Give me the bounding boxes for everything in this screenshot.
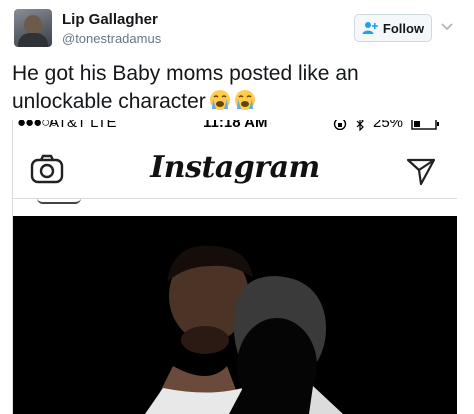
rotation-lock-icon bbox=[333, 120, 347, 130]
instagram-logo: Instagram bbox=[150, 150, 320, 185]
tweet-text-line-1: He got his Baby moms posted like an bbox=[12, 62, 359, 85]
user-handle[interactable]: @tonestradamus bbox=[62, 31, 161, 46]
story-avatar-edge bbox=[37, 198, 81, 204]
user-display-name[interactable]: Lip Gallagher bbox=[62, 11, 158, 28]
avatar-head bbox=[24, 15, 42, 35]
phone-status-bar: ●●●○○ AT&T LTE 11:18 AM 25% bbox=[13, 120, 457, 136]
bluetooth-icon bbox=[356, 120, 364, 131]
tweet-text: He got his Baby moms posted like an unlo… bbox=[12, 60, 452, 116]
follow-button[interactable]: Follow bbox=[354, 14, 432, 42]
tweet-text-line-2: unlockable character bbox=[12, 88, 452, 116]
battery-percent: 25% bbox=[373, 120, 404, 131]
add-user-icon bbox=[362, 22, 378, 34]
tweet-text-line-2-text: unlockable character bbox=[12, 90, 206, 113]
crying-face-emoji bbox=[209, 90, 230, 110]
post-photo-image bbox=[13, 216, 457, 414]
carrier-label: AT&T LTE bbox=[49, 120, 117, 131]
follow-label: Follow bbox=[382, 20, 425, 36]
direct-send-icon[interactable] bbox=[406, 156, 436, 186]
battery-icon bbox=[411, 120, 439, 130]
instagram-header: Instagram bbox=[13, 142, 457, 199]
status-time: 11:18 AM bbox=[203, 120, 268, 131]
attached-screenshot[interactable]: ●●●○○ AT&T LTE 11:18 AM 25% Instagram bbox=[12, 120, 457, 414]
avatar-body bbox=[18, 33, 48, 47]
post-photo[interactable] bbox=[13, 216, 457, 414]
chevron-down-icon[interactable] bbox=[441, 22, 453, 32]
crying-face-emoji bbox=[234, 90, 255, 110]
user-avatar[interactable] bbox=[14, 9, 52, 47]
